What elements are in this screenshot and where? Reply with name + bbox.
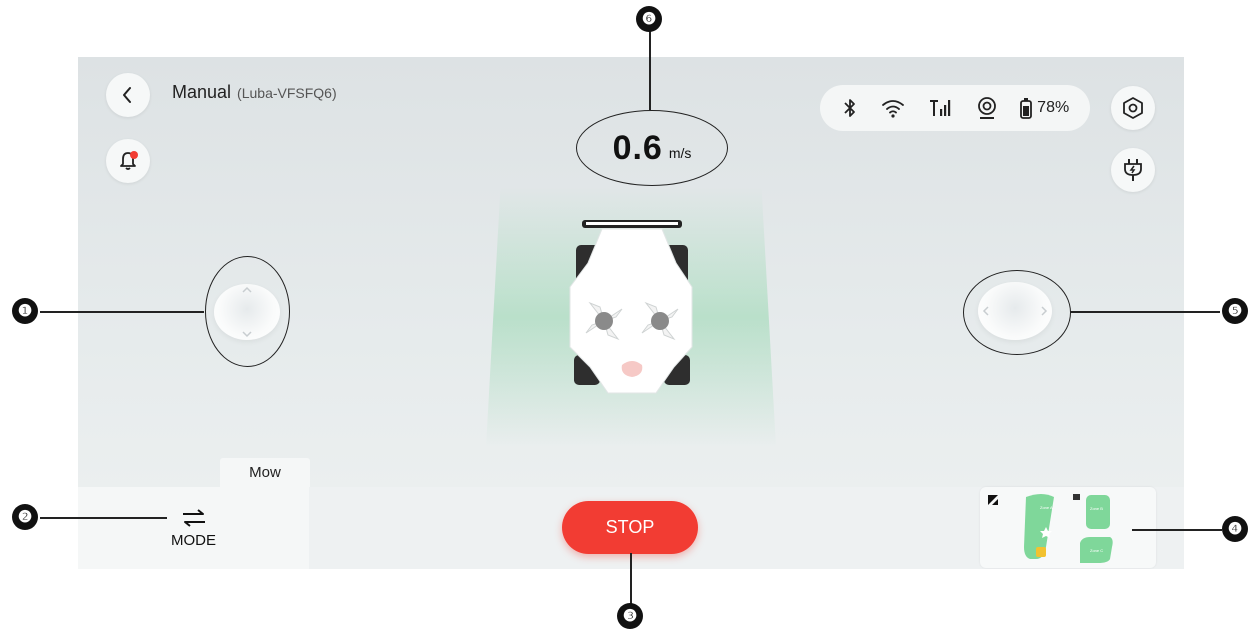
speed-value: 0.6: [612, 128, 663, 167]
stop-button[interactable]: STOP: [562, 501, 698, 554]
mini-map-graphic: Zone A Zone B Zone C: [988, 494, 1113, 563]
steering-joystick[interactable]: [978, 282, 1052, 340]
callout-line-6: [649, 30, 651, 110]
wifi-icon: [880, 97, 906, 119]
callout-1: ❶: [12, 298, 38, 324]
page-title: Manual (Luba-VFSFQ6): [172, 82, 337, 103]
cellular-signal-icon: [928, 97, 954, 119]
callout-line-1: [40, 311, 204, 313]
callout-6: ❻: [636, 6, 662, 32]
bell-icon: [120, 151, 138, 170]
svg-text:Zone C: Zone C: [1090, 548, 1103, 553]
charging-station-icon: [1073, 494, 1080, 500]
chevron-left-icon: [123, 87, 131, 103]
battery-percent: 78%: [1037, 99, 1070, 116]
expand-icon: [988, 495, 998, 505]
callout-line-3: [630, 553, 632, 608]
mode-title: Manual: [172, 82, 232, 102]
status-bar: 78%: [820, 85, 1090, 131]
callout-4: ❹: [1222, 516, 1248, 542]
mini-map[interactable]: Zone A Zone B Zone C: [980, 487, 1156, 568]
device-name: (Luba-VFSFQ6): [237, 85, 337, 101]
bluetooth-icon: [841, 97, 859, 119]
settings-button[interactable]: [1111, 86, 1155, 130]
return-to-charge-button[interactable]: [1111, 148, 1155, 192]
battery-status: 78%: [1019, 97, 1069, 119]
notification-button[interactable]: [106, 139, 150, 183]
callout-line-2: [40, 517, 167, 519]
callout-line-5: [1070, 311, 1220, 313]
forward-backward-joystick[interactable]: [214, 284, 280, 340]
up-down-arrows-icon: [242, 286, 252, 338]
speed-unit: m/s: [668, 145, 692, 161]
callout-2: ❷: [12, 504, 38, 530]
callout-3: ❸: [617, 603, 643, 629]
battery-icon: [1020, 98, 1033, 119]
mower-illustration: [569, 220, 693, 394]
mode-button[interactable]: MODE: [78, 487, 309, 569]
svg-text:Zone A: Zone A: [1040, 505, 1053, 510]
callout-5: ❺: [1222, 298, 1248, 324]
notification-dot: [130, 151, 138, 159]
plug-icon: [1124, 159, 1142, 181]
settings-hexagon-icon: [1123, 97, 1143, 119]
zone-b: [1086, 495, 1110, 529]
left-right-arrows-icon: [982, 306, 1048, 316]
swap-arrows-icon: [182, 508, 205, 527]
callout-line-4: [1132, 529, 1222, 531]
back-button[interactable]: [106, 73, 150, 117]
warning-icon: [1036, 547, 1046, 557]
mow-mode-tab[interactable]: Mow: [220, 458, 310, 487]
svg-text:Zone B: Zone B: [1090, 506, 1103, 511]
camera-icon: [976, 96, 998, 120]
speed-indicator: 0.6 m/s: [576, 110, 728, 186]
mode-label: MODE: [171, 531, 216, 549]
